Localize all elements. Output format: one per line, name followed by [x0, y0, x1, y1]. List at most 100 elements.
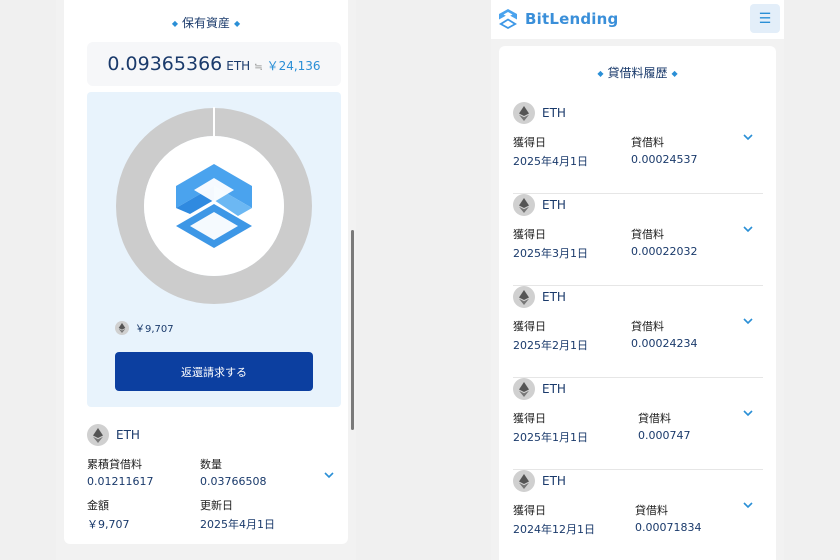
brand-name: BitLending	[525, 10, 619, 28]
field-value: 0.01211617	[87, 475, 154, 488]
accumulated-fee: 累積貸借料 0.01211617	[87, 456, 153, 488]
screen: ◆ 保有資産 ◆ 0.09365366 ETH ≒ ￥24,136 ￥9,707…	[0, 0, 840, 560]
ethereum-icon	[513, 470, 535, 492]
field-label: 獲得日	[513, 228, 546, 241]
history-item[interactable]: ETH 獲得日 2025年4月1日 貸借料 0.00024537	[513, 102, 763, 194]
total-eth-unit: ETH	[226, 59, 251, 73]
legend-value: ￥9,707	[135, 324, 174, 335]
fee-history-card: ◆ 貸借料履歴 ◆ ETH 獲得日 2025年4月1日 貸借料 0.00024537	[499, 46, 776, 560]
earned-date: 獲得日 2025年4月1日	[513, 134, 588, 169]
ethereum-icon	[513, 286, 535, 308]
history-coin-name: ETH	[542, 198, 566, 212]
history-item[interactable]: ETH 獲得日 2025年3月1日 貸借料 0.00022032	[513, 194, 763, 286]
hamburger-icon: ☰	[758, 10, 772, 26]
chevron-down-icon[interactable]	[743, 410, 753, 417]
holdings-title-text: 保有資産	[181, 16, 230, 30]
total-balance: 0.09365366 ETH ≒ ￥24,136	[87, 42, 341, 86]
field-label: 更新日	[200, 499, 233, 512]
amount: 金額 ￥9,707	[87, 497, 130, 532]
holdings-panel: ◆ 保有資産 ◆ 0.09365366 ETH ≒ ￥24,136 ￥9,707…	[56, 0, 356, 560]
ethereum-icon	[513, 378, 535, 400]
lending-fee: 貸借料 0.00024234	[631, 318, 697, 350]
history-coin-name: ETH	[542, 382, 566, 396]
bitlending-logo-icon	[499, 9, 517, 29]
field-value: 2025年4月1日	[513, 155, 588, 168]
ethereum-icon	[513, 194, 535, 216]
holdings-card: ◆ 保有資産 ◆ 0.09365366 ETH ≒ ￥24,136 ￥9,707…	[64, 0, 348, 544]
updated-date: 更新日 2025年4月1日	[200, 497, 275, 532]
field-value: 2025年2月1日	[513, 339, 588, 352]
history-item-header: ETH	[513, 286, 566, 308]
field-value: 2025年4月1日	[200, 518, 275, 531]
menu-button[interactable]: ☰	[750, 4, 780, 33]
claim-return-button[interactable]: 返還請求する	[115, 352, 313, 391]
diamond-icon: ◆	[234, 19, 241, 28]
diamond-icon: ◆	[597, 69, 604, 78]
holding-header: ETH	[87, 424, 341, 446]
history-coin-name: ETH	[542, 106, 566, 120]
allocation-chart: ￥9,707 返還請求する	[87, 92, 341, 407]
lending-fee: 貸借料 0.000747	[638, 410, 691, 442]
scrollbar[interactable]	[351, 230, 354, 430]
field-value: 0.00022032	[631, 245, 698, 258]
earned-date: 獲得日 2025年2月1日	[513, 318, 588, 353]
history-item[interactable]: ETH 獲得日 2024年12月1日 貸借料 0.00071834	[513, 470, 763, 560]
history-item[interactable]: ETH 獲得日 2025年2月1日 貸借料 0.00024234	[513, 286, 763, 378]
field-label: 獲得日	[513, 412, 546, 425]
holdings-section-title: ◆ 保有資産 ◆	[64, 14, 348, 31]
field-label: 金額	[87, 499, 109, 512]
chevron-down-icon[interactable]	[743, 502, 753, 509]
history-coin-name: ETH	[542, 474, 566, 488]
ethereum-icon	[115, 320, 129, 335]
diamond-icon: ◆	[671, 69, 678, 78]
field-label: 累積貸借料	[87, 458, 142, 471]
field-value: ￥9,707	[87, 518, 130, 531]
holding-item[interactable]: ETH 累積貸借料 0.01211617 数量 0.03766508 金額 ￥9…	[87, 424, 341, 534]
field-value: 0.00024537	[631, 153, 698, 166]
history-item-header: ETH	[513, 102, 566, 124]
chevron-down-icon[interactable]	[743, 226, 753, 233]
total-jpy-amount: ￥24,136	[266, 59, 321, 73]
history-item[interactable]: ETH 獲得日 2025年1月1日 貸借料 0.000747	[513, 378, 763, 470]
brand-logo[interactable]: BitLending	[497, 8, 618, 30]
earned-date: 獲得日 2024年12月1日	[513, 502, 595, 537]
diamond-icon: ◆	[171, 19, 178, 28]
field-label: 獲得日	[513, 136, 546, 149]
earned-date: 獲得日 2025年1月1日	[513, 410, 588, 445]
field-label: 貸借料	[631, 320, 664, 333]
history-section-title: ◆ 貸借料履歴 ◆	[499, 64, 776, 81]
approx-sign: ≒	[254, 62, 263, 73]
chevron-down-icon[interactable]	[324, 472, 334, 479]
history-item-header: ETH	[513, 470, 566, 492]
chevron-down-icon[interactable]	[743, 134, 753, 141]
ethereum-icon	[87, 424, 109, 446]
history-title-text: 貸借料履歴	[607, 66, 668, 80]
field-label: 貸借料	[631, 228, 664, 241]
field-value: 2025年3月1日	[513, 247, 588, 260]
chart-legend: ￥9,707	[115, 320, 174, 335]
donut-chart	[116, 107, 312, 304]
app-header: BitLending ☰	[491, 0, 784, 39]
field-value: 0.03766508	[200, 475, 267, 488]
field-label: 獲得日	[513, 504, 546, 517]
ethereum-icon	[513, 102, 535, 124]
lending-fee: 貸借料 0.00022032	[631, 226, 697, 258]
chevron-down-icon[interactable]	[743, 318, 753, 325]
quantity: 数量 0.03766508	[200, 456, 266, 488]
earned-date: 獲得日 2025年3月1日	[513, 226, 588, 261]
field-value: 0.00024234	[631, 337, 698, 350]
field-value: 0.00071834	[635, 521, 702, 534]
holding-coin-name: ETH	[116, 428, 140, 442]
field-value: 2025年1月1日	[513, 431, 588, 444]
field-label: 貸借料	[638, 412, 671, 425]
field-value: 2024年12月1日	[513, 523, 595, 536]
field-value: 0.000747	[638, 429, 691, 442]
history-panel: BitLending ☰ ◆ 貸借料履歴 ◆ ETH 獲得日 2025年4月1日 貸…	[491, 0, 784, 560]
field-label: 獲得日	[513, 320, 546, 333]
history-coin-name: ETH	[542, 290, 566, 304]
field-label: 数量	[200, 458, 222, 471]
lending-fee: 貸借料 0.00024537	[631, 134, 697, 166]
field-label: 貸借料	[631, 136, 664, 149]
history-item-header: ETH	[513, 378, 566, 400]
field-label: 貸借料	[635, 504, 668, 517]
